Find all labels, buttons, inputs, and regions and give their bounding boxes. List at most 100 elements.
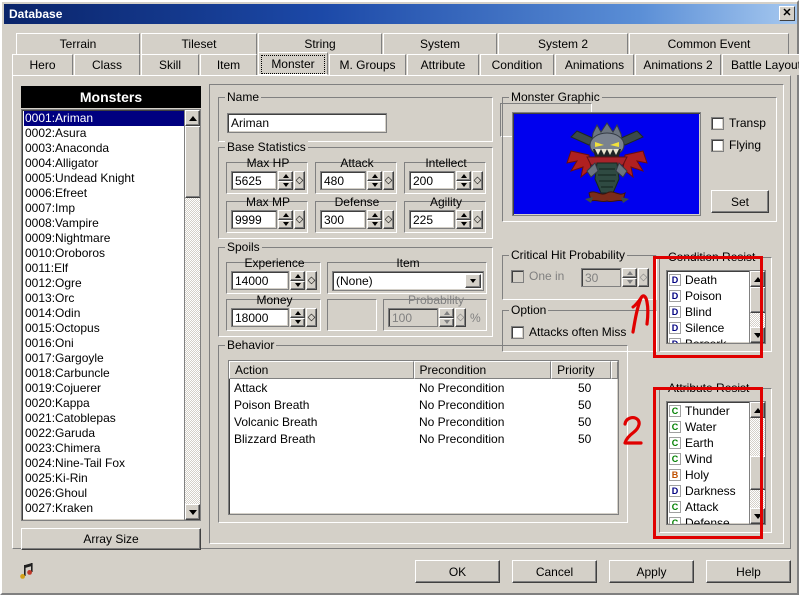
- scroll-down-icon[interactable]: [750, 508, 765, 524]
- spin-grip-icon[interactable]: ◇: [294, 210, 305, 229]
- spin-up-icon[interactable]: [367, 171, 382, 181]
- list-item[interactable]: 0027:Kraken: [24, 501, 184, 516]
- attack-value[interactable]: 480: [320, 171, 366, 190]
- condition-resist-item[interactable]: D Silence: [667, 320, 749, 336]
- tab-terrain[interactable]: Terrain: [16, 33, 140, 54]
- spin-grip-icon[interactable]: ◇: [472, 171, 483, 190]
- spin-down-icon[interactable]: [290, 317, 305, 327]
- monsters-listbox[interactable]: 0001:Ariman 0002:Asura 0003:Anaconda 0004:A…: [21, 109, 201, 521]
- spin-updown[interactable]: [367, 210, 382, 229]
- list-item[interactable]: 0021:Catoblepas: [24, 411, 184, 426]
- list-item[interactable]: 0024:Nine-Tail Fox: [24, 456, 184, 471]
- apply-button[interactable]: Apply: [609, 560, 694, 583]
- transp-checkbox[interactable]: Transp: [711, 116, 766, 130]
- spin-up-icon[interactable]: [367, 210, 382, 220]
- max-hp-spinner[interactable]: 5625 ◇: [231, 171, 305, 190]
- list-item[interactable]: 0026:Ghoul: [24, 486, 184, 501]
- attribute-resist-listbox[interactable]: C Thunder C Water C Earth C Wind B Holy D Darkness C…: [666, 401, 766, 525]
- table-row[interactable]: Blizzard Breath No Precondition 50: [229, 430, 618, 447]
- experience-spinner[interactable]: 14000 ◇: [231, 271, 317, 290]
- attribute-resist-item[interactable]: C Water: [667, 419, 749, 435]
- spin-grip-icon[interactable]: ◇: [383, 210, 394, 229]
- spin-up-icon[interactable]: [456, 210, 471, 220]
- tab-item[interactable]: Item: [200, 54, 257, 75]
- tab-system[interactable]: System: [383, 33, 497, 54]
- scroll-up-icon[interactable]: [750, 271, 765, 287]
- list-item[interactable]: 0009:Nightmare: [24, 231, 184, 246]
- list-item[interactable]: 0017:Gargoyle: [24, 351, 184, 366]
- condition-resist-item[interactable]: D Blind: [667, 304, 749, 320]
- set-graphic-button[interactable]: Set: [711, 190, 769, 213]
- max-hp-value[interactable]: 5625: [231, 171, 277, 190]
- list-item[interactable]: 0001:Ariman: [24, 111, 184, 126]
- list-item[interactable]: 0010:Oroboros: [24, 246, 184, 261]
- attribute-resist-item[interactable]: C Thunder: [667, 403, 749, 419]
- spin-up-icon[interactable]: [278, 210, 293, 220]
- attack-spinner[interactable]: 480 ◇: [320, 171, 394, 190]
- condition-resist-item[interactable]: D Berserk: [667, 336, 749, 343]
- spin-down-icon[interactable]: [456, 219, 471, 229]
- attribute-resist-item[interactable]: C Attack: [667, 499, 749, 515]
- column-header-precondition[interactable]: Precondition: [413, 361, 552, 379]
- tab-common-event[interactable]: Common Event: [629, 33, 789, 54]
- agility-spinner[interactable]: 225 ◇: [409, 210, 483, 229]
- list-item[interactable]: 0004:Alligator: [24, 156, 184, 171]
- intellect-spinner[interactable]: 200 ◇: [409, 171, 483, 190]
- tab-system-2[interactable]: System 2: [498, 33, 628, 54]
- spin-grip-icon[interactable]: ◇: [294, 171, 305, 190]
- spin-down-icon[interactable]: [367, 219, 382, 229]
- monsters-scrollbar[interactable]: [184, 110, 200, 520]
- defense-spinner[interactable]: 300 ◇: [320, 210, 394, 229]
- tab-string[interactable]: String: [258, 33, 382, 54]
- list-item[interactable]: 0014:Odin: [24, 306, 184, 321]
- spin-down-icon[interactable]: [456, 180, 471, 190]
- flying-checkbox[interactable]: Flying: [711, 138, 761, 152]
- music-note-icon[interactable]: [20, 563, 36, 581]
- list-item[interactable]: 0015:Octopus: [24, 321, 184, 336]
- spin-down-icon[interactable]: [278, 219, 293, 229]
- scroll-thumb[interactable]: [750, 456, 765, 490]
- spin-up-icon[interactable]: [290, 308, 305, 318]
- condition-resist-listbox[interactable]: D Death D Poison D Blind D Silence D Berserk: [666, 270, 766, 344]
- list-item[interactable]: 0005:Undead Knight: [24, 171, 184, 186]
- tab-hero[interactable]: Hero: [12, 54, 73, 75]
- scroll-thumb[interactable]: [750, 287, 765, 313]
- defense-value[interactable]: 300: [320, 210, 366, 229]
- scroll-down-icon[interactable]: [750, 327, 765, 343]
- spin-grip-icon[interactable]: ◇: [306, 308, 317, 327]
- list-item[interactable]: 0016:Oni: [24, 336, 184, 351]
- ok-button[interactable]: OK: [415, 560, 500, 583]
- agility-value[interactable]: 225: [409, 210, 455, 229]
- attribute-resist-item[interactable]: C Defense: [667, 515, 749, 524]
- list-item[interactable]: 0007:Imp: [24, 201, 184, 216]
- condition-resist-item[interactable]: D Poison: [667, 288, 749, 304]
- column-header-action[interactable]: Action: [229, 361, 414, 379]
- max-mp-value[interactable]: 9999: [231, 210, 277, 229]
- behavior-table[interactable]: Action Precondition Priority Attack No Pr…: [228, 360, 619, 515]
- list-item[interactable]: 0013:Orc: [24, 291, 184, 306]
- help-button[interactable]: Help: [706, 560, 791, 583]
- table-row[interactable]: Poison Breath No Precondition 50: [229, 396, 618, 413]
- spin-updown[interactable]: [456, 210, 471, 229]
- tab-condition[interactable]: Condition: [480, 54, 554, 75]
- column-header-priority[interactable]: Priority: [551, 361, 612, 379]
- list-item[interactable]: 0018:Carbuncle: [24, 366, 184, 381]
- column-header-spare[interactable]: [611, 361, 618, 379]
- money-value[interactable]: 18000: [231, 308, 289, 327]
- scroll-track[interactable]: [750, 287, 765, 327]
- attribute-resist-scrollbar[interactable]: [749, 402, 765, 524]
- intellect-value[interactable]: 200: [409, 171, 455, 190]
- attribute-resist-item[interactable]: D Darkness: [667, 483, 749, 499]
- max-mp-spinner[interactable]: 9999 ◇: [231, 210, 305, 229]
- tab-skill[interactable]: Skill: [141, 54, 199, 75]
- tab-monster[interactable]: Monster: [258, 52, 328, 75]
- spin-up-icon[interactable]: [278, 171, 293, 181]
- scroll-up-icon[interactable]: [750, 402, 765, 418]
- close-icon[interactable]: ✕: [779, 6, 795, 21]
- tab-tileset[interactable]: Tileset: [141, 33, 257, 54]
- spin-updown[interactable]: [290, 271, 305, 290]
- spin-updown[interactable]: [278, 171, 293, 190]
- spin-up-icon[interactable]: [456, 171, 471, 181]
- tab-class[interactable]: Class: [74, 54, 140, 75]
- list-item[interactable]: 0006:Efreet: [24, 186, 184, 201]
